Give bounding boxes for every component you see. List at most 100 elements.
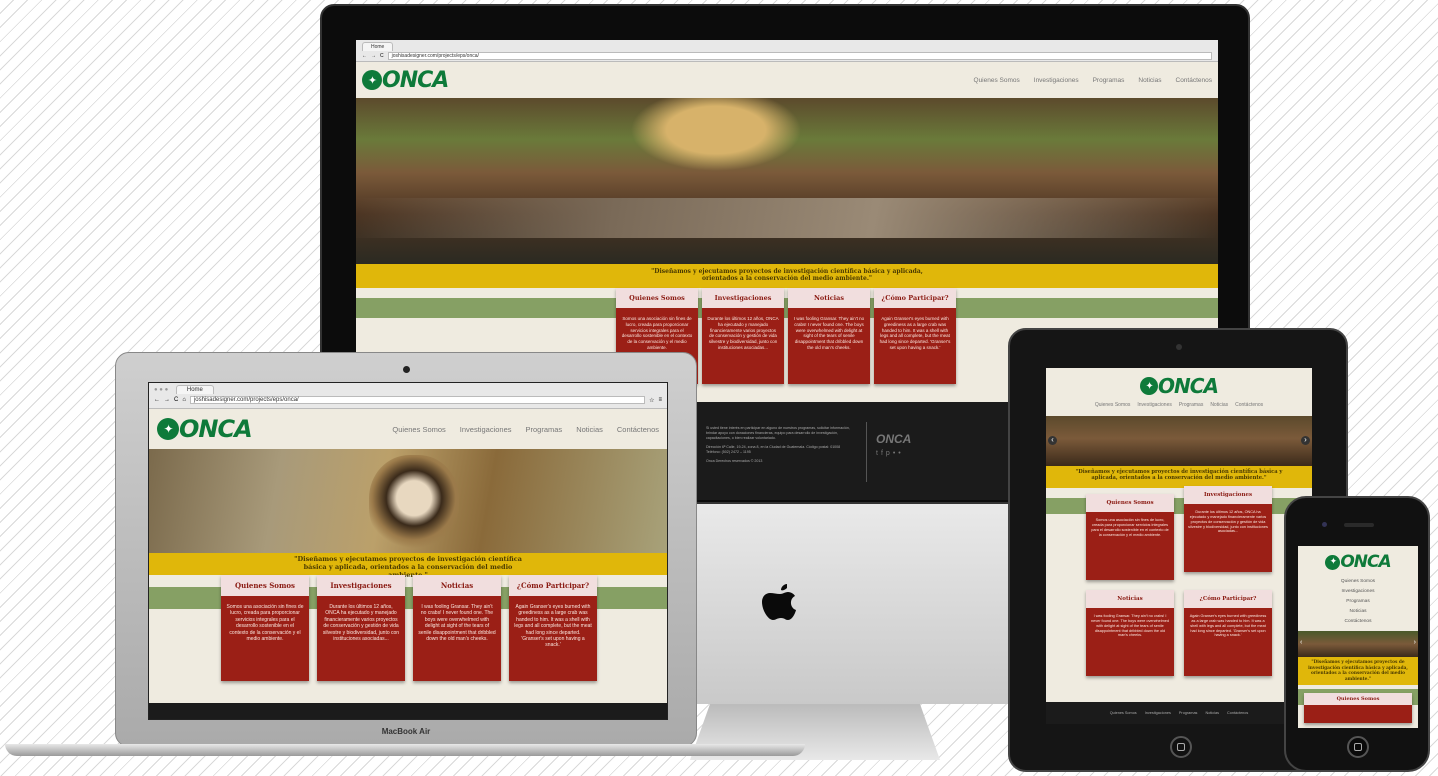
browser-chrome: Home ← → C joshisadesigner.com/projects/ep… [356, 40, 1218, 62]
tagline-band: "Diseñamos y ejecutamos proyectos de inv… [149, 553, 667, 579]
slider-prev-icon[interactable]: ‹ [1300, 639, 1302, 646]
paw-icon: ✦ [1325, 554, 1341, 570]
macbook-label: MacBook Air [381, 727, 431, 736]
paw-icon: ✦ [362, 70, 382, 90]
iphone-home-button[interactable] [1347, 736, 1369, 758]
ipad-home-button[interactable] [1170, 736, 1192, 758]
green-stripe: Quienes Somos [1298, 689, 1418, 724]
card-como-participar[interactable]: ¿Cómo Participar? Again Granser's eyes bu… [1184, 590, 1272, 676]
site-header: ✦ ONCA Quienes Somos Investigaciones Prog… [149, 409, 667, 449]
menu-contactenos[interactable]: Contáctenos [1298, 617, 1418, 627]
menu-noticias[interactable]: Noticias [1138, 77, 1161, 84]
site-header: ✦ ONCA Quienes Somos Investigaciones Prog… [1046, 368, 1312, 416]
card-noticias[interactable]: Noticias I was fooling Gransar. They ain'… [788, 288, 870, 384]
ipad-screen: ✦ ONCA Quienes Somos Investigaciones Prog… [1046, 368, 1312, 724]
flickr-icon[interactable]: •• [893, 450, 904, 457]
card-como-participar[interactable]: ¿Cómo Participar? Again Granser's eyes bu… [874, 288, 956, 384]
footer-text: Si usted tiene interés en participar en … [706, 426, 850, 464]
site-footer [149, 703, 667, 719]
main-menu: Quienes Somos Investigaciones Programas … [392, 425, 659, 434]
menu-programas[interactable]: Programas [1093, 77, 1125, 84]
macbook-camera [403, 366, 410, 373]
card-investigaciones[interactable]: Investigaciones Durante los últimos 12 añ… [317, 575, 405, 681]
iphone-camera [1322, 522, 1327, 527]
onca-logo[interactable]: ✦ ONCA [362, 68, 449, 93]
card-quienes-somos[interactable]: Quienes Somos Somos una asociación sin fi… [221, 575, 309, 681]
pinterest-icon[interactable]: p [886, 450, 893, 457]
card-como-participar[interactable]: ¿Cómo Participar? Again Granser's eyes bu… [509, 575, 597, 681]
tagline-band: "Diseñamos y ejecutamos proyectos de inv… [1046, 466, 1312, 488]
slider-next-icon[interactable]: › [1301, 436, 1310, 445]
menu-investigaciones[interactable]: Investigaciones [1034, 77, 1079, 84]
browser-tab[interactable]: Home [362, 42, 394, 51]
footer-link[interactable]: Noticias [1205, 711, 1219, 715]
onca-logo[interactable]: ✦ ONCA [157, 415, 253, 443]
feature-cards: Quienes Somos Somos una asociación sin fi… [221, 575, 597, 681]
jaguar-hero-image [356, 98, 1218, 264]
tagline-band: "Diseñamos y ejecutamos proyectos de inv… [1298, 657, 1418, 686]
menu-quienes-somos[interactable]: Quienes Somos [1298, 577, 1418, 587]
main-menu: Quienes Somos Investigaciones Programas … [974, 77, 1212, 84]
menu-quienes-somos[interactable]: Quienes Somos [1095, 402, 1131, 408]
site-header: ✦ ONCA Quienes Somos Investigaciones Prog… [356, 62, 1218, 98]
address-bar[interactable]: joshisadesigner.com/projects/eps/onca/ [387, 52, 1212, 60]
menu-investigaciones[interactable]: Investigaciones [1298, 587, 1418, 597]
browser-chrome: ● ● ● Home ← → C ⌂ joshisadesigner.com/proj… [149, 383, 667, 409]
feature-cards: Quienes Somos Somos una asociación sin fi… [1086, 486, 1276, 676]
back-icon[interactable]: ← [154, 397, 160, 403]
card-noticias[interactable]: Noticias I was fooling Gransar. They ain'… [413, 575, 501, 681]
forward-icon[interactable]: → [371, 53, 376, 59]
menu-contactenos[interactable]: Contáctenos [1235, 402, 1263, 408]
card-quienes-somos[interactable]: Quienes Somos [1304, 693, 1412, 724]
onca-logo[interactable]: ✦ ONCA [1298, 552, 1418, 572]
browser-tab[interactable]: Home [175, 385, 214, 394]
main-menu: Quienes Somos Investigaciones Programas … [1298, 577, 1418, 627]
reload-icon[interactable]: C [380, 53, 384, 59]
macbook-base [5, 744, 805, 756]
footer-link[interactable]: Quienes Somos [1110, 711, 1137, 715]
hero-image: ‹ › [1298, 631, 1418, 657]
iphone: ✦ ONCA Quienes Somos Investigaciones Prog… [1284, 496, 1430, 772]
menu-noticias[interactable]: Noticias [1298, 607, 1418, 617]
reload-icon[interactable]: C [174, 397, 178, 403]
paw-icon: ✦ [1140, 377, 1159, 395]
back-icon[interactable]: ← [362, 53, 367, 59]
social-icons: tfp•• [876, 450, 904, 457]
menu-investigaciones[interactable]: Investigaciones [460, 425, 512, 434]
menu-programas[interactable]: Programas [1179, 402, 1203, 408]
address-bar[interactable]: joshisadesigner.com/projects/eps/onca/ [189, 396, 646, 404]
menu-quienes-somos[interactable]: Quienes Somos [974, 77, 1020, 84]
onca-logo[interactable]: ✦ ONCA [1046, 374, 1312, 398]
menu-contactenos[interactable]: Contáctenos [1176, 77, 1213, 84]
card-investigaciones[interactable]: Investigaciones Durante los últimos 12 añ… [702, 288, 784, 384]
footer-link[interactable]: Programas [1179, 711, 1198, 715]
window-controls-icon[interactable]: ● ● ● [154, 387, 168, 393]
menu-quienes-somos[interactable]: Quienes Somos [392, 425, 445, 434]
menu-icon[interactable]: ≡ [658, 397, 662, 403]
slider-next-icon[interactable]: › [1414, 639, 1416, 646]
footer-link[interactable]: Contáctenos [1227, 711, 1248, 715]
home-icon[interactable]: ⌂ [182, 397, 186, 403]
main-menu: Quienes Somos Investigaciones Programas … [1046, 402, 1312, 408]
card-quienes-somos[interactable]: Quienes Somos Somos una asociación sin fi… [1086, 494, 1174, 580]
jaguar-hero-image: ‹ › [1046, 416, 1312, 466]
site-footer: Quienes Somos Investigaciones Programas … [1046, 702, 1312, 724]
menu-noticias[interactable]: Noticias [576, 425, 603, 434]
menu-programas[interactable]: Programas [1298, 597, 1418, 607]
macbook-screen: ● ● ● Home ← → C ⌂ joshisadesigner.com/proj… [148, 382, 668, 720]
site-header: ✦ ONCA Quienes Somos Investigaciones Prog… [1298, 546, 1418, 631]
menu-programas[interactable]: Programas [526, 425, 563, 434]
menu-investigaciones[interactable]: Investigaciones [1137, 402, 1171, 408]
card-investigaciones[interactable]: Investigaciones Durante los últimos 12 añ… [1184, 486, 1272, 572]
bookmark-icon[interactable]: ☆ [649, 397, 654, 404]
menu-contactenos[interactable]: Contáctenos [617, 425, 659, 434]
paw-icon: ✦ [157, 418, 179, 440]
footer-link[interactable]: Investigaciones [1145, 711, 1171, 715]
slider-prev-icon[interactable]: ‹ [1048, 436, 1057, 445]
iphone-speaker [1344, 523, 1374, 527]
card-noticias[interactable]: Noticias I was fooling Gransar. They ain'… [1086, 590, 1174, 676]
menu-noticias[interactable]: Noticias [1210, 402, 1228, 408]
apple-logo-icon [760, 582, 806, 628]
iphone-screen: ✦ ONCA Quienes Somos Investigaciones Prog… [1298, 546, 1418, 728]
forward-icon[interactable]: → [164, 397, 170, 403]
